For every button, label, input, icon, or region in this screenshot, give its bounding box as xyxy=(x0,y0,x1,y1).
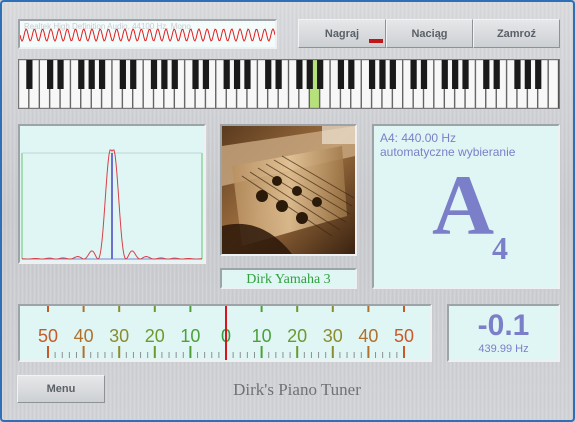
piano-key-black[interactable] xyxy=(119,60,126,89)
piano-key-black[interactable] xyxy=(47,60,54,89)
piano-key-black[interactable] xyxy=(88,60,95,89)
record-button[interactable]: Nagraj xyxy=(298,19,386,48)
menu-button-label: Menu xyxy=(46,383,76,395)
piano-name-field[interactable]: Dirk Yamaha 3 xyxy=(220,268,357,289)
scale-label: 20 xyxy=(287,326,307,346)
menu-button[interactable]: Menu xyxy=(17,375,105,403)
tuning-scale: 504030201001020304050 xyxy=(38,306,414,360)
piano-key-black[interactable] xyxy=(524,60,531,89)
deviation-cents: -0.1 xyxy=(477,309,530,342)
piano-key-white[interactable] xyxy=(548,60,559,108)
spectrum-graph xyxy=(21,149,203,260)
scale-label: 30 xyxy=(109,326,129,346)
scale-label: 10 xyxy=(252,326,272,346)
piano-key-black[interactable] xyxy=(98,60,106,89)
piano-keyboard[interactable] xyxy=(18,59,560,109)
piano-key-black[interactable] xyxy=(348,60,355,89)
piano-key-black[interactable] xyxy=(368,60,376,89)
waveform-panel: Realtek High Definition Audio, 44100 Hz,… xyxy=(18,19,277,49)
stretch-button-label: Naciąg xyxy=(411,27,448,40)
piano-keyboard-keys[interactable] xyxy=(19,60,559,108)
waveform-graph xyxy=(20,28,275,42)
piano-key-black[interactable] xyxy=(493,60,500,89)
piano-photo-frame xyxy=(220,124,357,256)
piano-key-black[interactable] xyxy=(317,60,324,89)
freeze-button[interactable]: Zamroź xyxy=(473,19,560,48)
piano-key-black[interactable] xyxy=(483,60,490,89)
spectrum-panel xyxy=(18,124,206,264)
piano-key-black[interactable] xyxy=(441,60,448,89)
piano-key-black[interactable] xyxy=(275,60,282,89)
scale-label: 50 xyxy=(394,326,414,346)
piano-key-black[interactable] xyxy=(265,60,272,89)
deviation-panel: -0.1 439.99 Hz xyxy=(447,304,560,362)
piano-key-black[interactable] xyxy=(296,60,303,89)
piano-key-black[interactable] xyxy=(57,60,64,89)
piano-key-black[interactable] xyxy=(161,60,168,89)
piano-key-black[interactable] xyxy=(150,60,158,89)
piano-key-black[interactable] xyxy=(337,60,345,89)
note-octave: 4 xyxy=(492,230,508,266)
piano-key-black[interactable] xyxy=(462,60,469,89)
piano-key-black[interactable] xyxy=(192,60,199,89)
piano-key-black[interactable] xyxy=(233,60,241,89)
piano-key-black[interactable] xyxy=(306,60,313,89)
tuner-window: Realtek High Definition Audio, 44100 Hz,… xyxy=(0,0,575,422)
tuning-scale-panel: 504030201001020304050 xyxy=(18,304,432,362)
scale-label: 40 xyxy=(358,326,378,346)
piano-key-black[interactable] xyxy=(420,60,428,89)
piano-key-black[interactable] xyxy=(26,60,33,89)
piano-key-black[interactable] xyxy=(410,60,417,89)
note-frequency-text: A4: 440.00 Hz xyxy=(380,131,457,145)
piano-key-black[interactable] xyxy=(171,60,178,89)
scale-label: 50 xyxy=(38,326,58,346)
piano-key-black[interactable] xyxy=(535,60,542,89)
record-button-label: Nagraj xyxy=(324,27,360,40)
piano-key-black[interactable] xyxy=(452,60,459,89)
piano-key-black[interactable] xyxy=(389,60,396,89)
piano-name-label: Dirk Yamaha 3 xyxy=(246,272,331,287)
scale-label: 30 xyxy=(323,326,343,346)
piano-key-black[interactable] xyxy=(78,60,85,89)
record-indicator-icon xyxy=(369,39,383,43)
scale-label: 40 xyxy=(74,326,94,346)
piano-key-black[interactable] xyxy=(223,60,230,89)
piano-key-black[interactable] xyxy=(244,60,251,89)
scale-label: 10 xyxy=(180,326,200,346)
note-letter: A xyxy=(432,157,495,253)
stretch-button[interactable]: Naciąg xyxy=(386,19,473,48)
piano-key-black[interactable] xyxy=(514,60,521,89)
piano-key-black[interactable] xyxy=(202,60,210,89)
grand-piano-interior-icon xyxy=(222,126,355,254)
note-display-panel: A4: 440.00 Hz automatyczne wybieranie A … xyxy=(372,124,560,289)
scale-label: 20 xyxy=(145,326,165,346)
deviation-frequency: 439.99 Hz xyxy=(478,343,529,355)
freeze-button-label: Zamroź xyxy=(496,27,537,40)
piano-key-black[interactable] xyxy=(379,60,386,89)
app-title: Dirk's Piano Tuner xyxy=(233,380,361,399)
piano-key-black[interactable] xyxy=(130,60,137,89)
